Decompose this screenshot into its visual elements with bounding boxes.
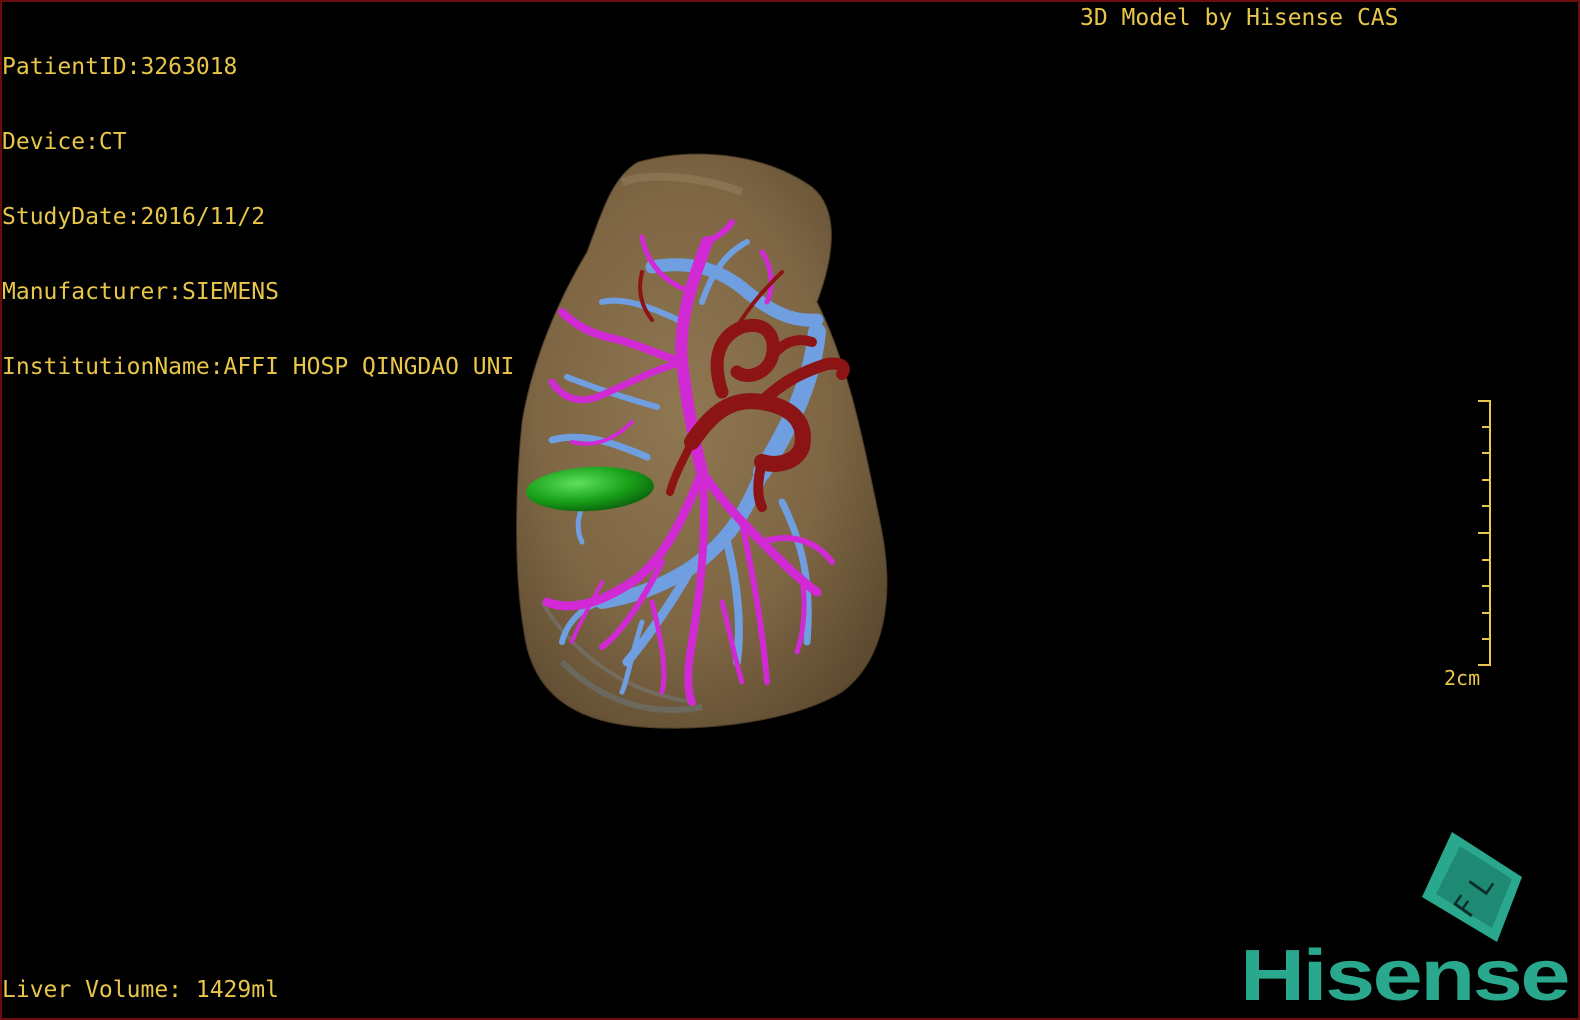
hisense-wordmark-text: Hisense [1240,938,1568,1008]
institution-text: InstitutionName:AFFI HOSP QINGDAO UNI [2,354,515,380]
hisense-wordmark: Hisense [1240,938,1570,1008]
patient-id-text: PatientID:3263018 [2,54,238,80]
3d-viewport[interactable]: PatientID:3263018 Device:CT StudyDate:20… [0,0,1580,1020]
study-date-text: StudyDate:2016/11/2 [2,204,266,230]
manufacturer-text: Manufacturer:SIEMENS [2,279,279,305]
patient-info-panel: PatientID:3263018 Device:CT StudyDate:20… [2,5,514,430]
scale-ruler [1478,400,1491,666]
liver-volume-text: Liver Volume: 1429ml [2,977,279,1003]
scale-label: 2cm [1444,666,1481,690]
hisense-cube-logo-icon: F L [1422,832,1522,942]
device-text: Device:CT [2,129,127,155]
model-credit-text: 3D Model by Hisense CAS [1080,5,1399,31]
